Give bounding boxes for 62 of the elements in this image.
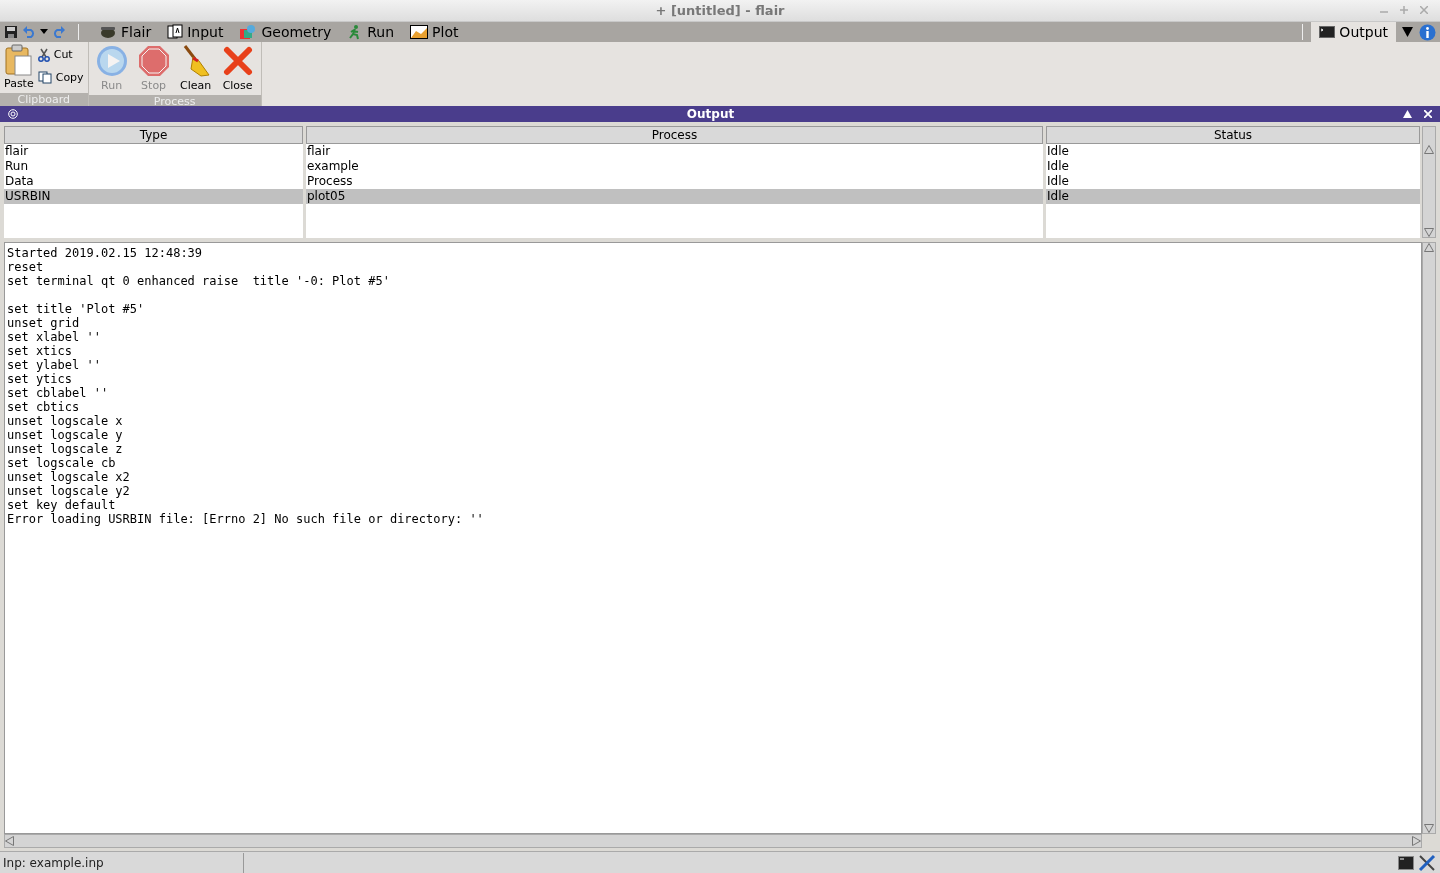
ribbon-button[interactable]: Close bbox=[218, 44, 257, 95]
maximize-icon[interactable] bbox=[1400, 6, 1408, 14]
cards-icon bbox=[167, 24, 184, 40]
geometry-icon bbox=[239, 24, 258, 40]
menu-tab[interactable]: Flair bbox=[91, 22, 160, 42]
scroll-left-icon[interactable] bbox=[5, 836, 14, 846]
stop-sign-icon bbox=[137, 45, 170, 77]
table-cell[interactable]: flair bbox=[306, 144, 1043, 159]
terminal-icon bbox=[1319, 26, 1336, 38]
menu-tab[interactable]: Input bbox=[159, 22, 232, 42]
close-icon bbox=[222, 46, 253, 76]
scroll-up-icon[interactable] bbox=[1424, 243, 1434, 252]
scissors-icon bbox=[37, 48, 50, 63]
close-window-icon[interactable] bbox=[1420, 6, 1428, 14]
dropdown-caret-icon[interactable] bbox=[1402, 27, 1413, 37]
column-header[interactable]: Type bbox=[4, 126, 303, 144]
scroll-down-icon[interactable] bbox=[1424, 228, 1434, 237]
panel-title: Output bbox=[686, 106, 735, 123]
ribbon-small-button[interactable]: Cut bbox=[37, 47, 84, 64]
info-icon[interactable] bbox=[1419, 23, 1436, 41]
ribbon-button[interactable]: Clean bbox=[176, 44, 215, 95]
menu-tab[interactable]: Run bbox=[339, 22, 403, 42]
table-cell[interactable]: Idle bbox=[1046, 159, 1420, 174]
horizontal-scrollbar[interactable] bbox=[4, 834, 1422, 848]
pot-icon bbox=[99, 25, 117, 39]
table-cell[interactable]: USRBIN bbox=[4, 189, 303, 204]
table-cell[interactable]: plot05 bbox=[306, 189, 1043, 204]
terminal-icon[interactable] bbox=[1398, 855, 1414, 870]
collapse-icon[interactable] bbox=[1403, 110, 1412, 118]
window-title: + [untitled] - flair bbox=[655, 1, 785, 20]
panel-pin-icon[interactable] bbox=[8, 109, 18, 119]
table-cell[interactable]: Data bbox=[4, 174, 303, 189]
copy-icon bbox=[37, 71, 52, 85]
vertical-scrollbar[interactable] bbox=[1422, 126, 1436, 238]
group-label: Clipboard bbox=[0, 92, 88, 107]
scroll-right-icon[interactable] bbox=[1412, 836, 1421, 846]
scroll-down-icon[interactable] bbox=[1424, 824, 1434, 833]
table-cell[interactable]: flair bbox=[4, 144, 303, 159]
close-panel-icon[interactable] bbox=[1424, 110, 1432, 118]
vertical-scrollbar[interactable] bbox=[1422, 242, 1436, 834]
menu-tab[interactable]: Output bbox=[1311, 22, 1396, 42]
output-log: Started 2019.02.15 12:48:39 reset set terminal qt 0 enhanced raise title '-0: Plot #5' set title 'Plot #5' unset grid set xlabel '' set xtics set ylabel '' set ytics set cblabel '' set cbtics unset logscale x unset logscale y unset logscale z set logscale cb unset logscale x2 unset logscale y2 set key default Error loading USRBIN file: [Errno 2] No such file or directory: '' bbox=[4, 242, 1422, 834]
plot-icon bbox=[410, 25, 429, 39]
save-icon[interactable] bbox=[4, 25, 18, 39]
status-text: Inp: example.inp bbox=[0, 852, 244, 873]
table-cell[interactable]: Idle bbox=[1046, 144, 1420, 159]
menu-tab[interactable]: Geometry bbox=[231, 22, 340, 42]
ribbon-small-button[interactable]: Copy bbox=[37, 69, 84, 86]
paste-button[interactable]: Paste bbox=[4, 44, 34, 93]
clipboard-icon bbox=[4, 44, 33, 76]
play-icon bbox=[95, 45, 128, 77]
table-cell[interactable]: Idle bbox=[1046, 189, 1420, 204]
column-header[interactable]: Status bbox=[1046, 126, 1420, 144]
table-cell[interactable]: Idle bbox=[1046, 174, 1420, 189]
table-cell[interactable]: example bbox=[306, 159, 1043, 174]
tools-icon[interactable] bbox=[1418, 853, 1436, 872]
table-cell[interactable]: Run bbox=[4, 159, 303, 174]
column-header[interactable]: Process bbox=[306, 126, 1043, 144]
table-cell[interactable]: Process bbox=[306, 174, 1043, 189]
menu-tab[interactable]: Plot bbox=[402, 22, 467, 42]
scroll-up-icon[interactable] bbox=[1424, 145, 1434, 154]
caret-icon[interactable] bbox=[40, 29, 48, 35]
